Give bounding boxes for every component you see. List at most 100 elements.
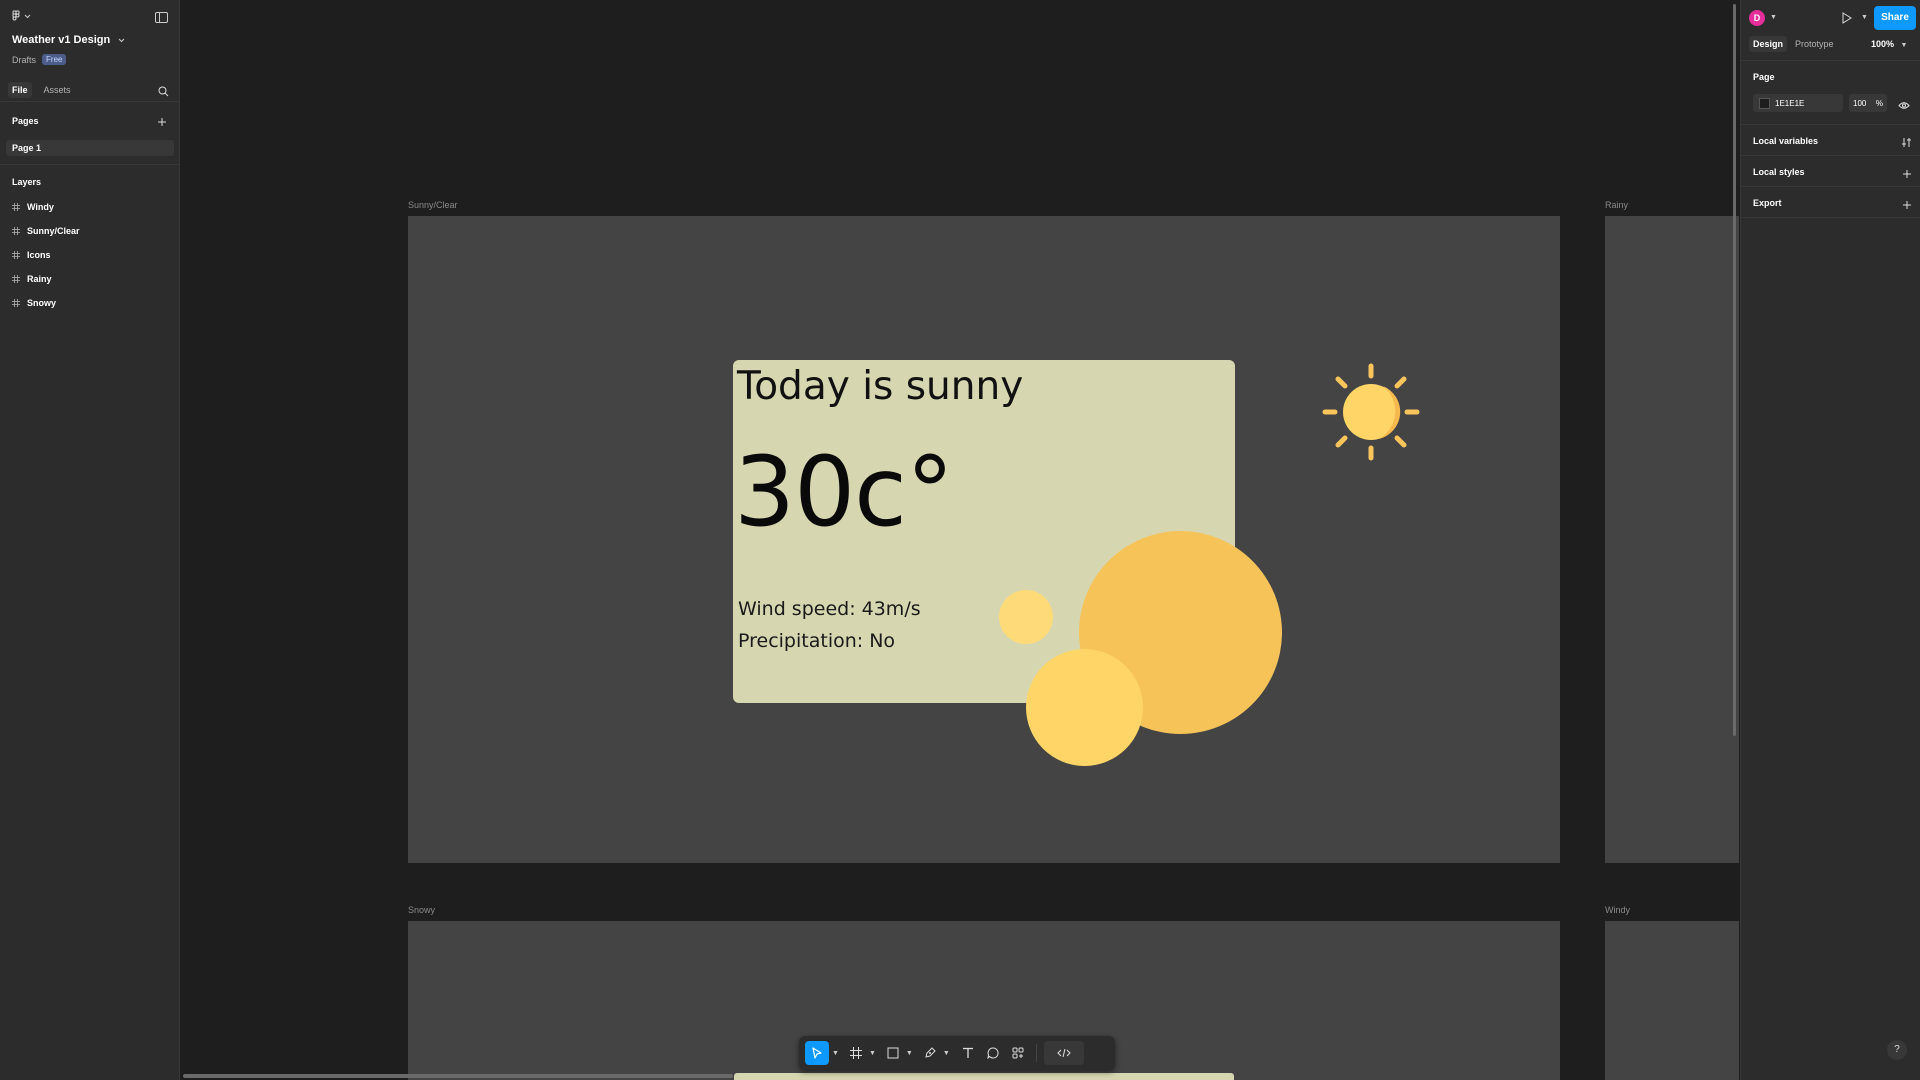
shape-tool-menu[interactable]: ▼	[906, 1050, 913, 1057]
search-button[interactable]	[158, 84, 169, 102]
decor-circle-small[interactable]	[999, 590, 1053, 644]
frame-tool-menu[interactable]: ▼	[869, 1050, 876, 1057]
layer-item-windy[interactable]: Windy	[12, 202, 54, 212]
toolbar-divider	[1035, 1044, 1037, 1062]
dev-mode-icon	[1057, 1048, 1071, 1058]
search-icon	[158, 86, 169, 97]
layer-item-icons[interactable]: Icons	[12, 250, 51, 260]
file-meta: Drafts Free	[12, 54, 67, 65]
text-tool[interactable]	[957, 1041, 979, 1065]
move-tool-menu[interactable]: ▼	[832, 1050, 839, 1057]
file-location[interactable]: Drafts	[12, 55, 36, 65]
chevron-down-icon	[24, 14, 31, 19]
card-temperature[interactable]: 30c°	[734, 436, 954, 548]
divider	[1741, 124, 1920, 125]
comment-tool[interactable]	[982, 1041, 1004, 1065]
tab-prototype[interactable]: Prototype	[1791, 36, 1838, 52]
local-variables-label[interactable]: Local variables	[1753, 136, 1818, 146]
file-title-text: Weather v1 Design	[12, 34, 111, 46]
tab-design[interactable]: Design	[1749, 36, 1788, 52]
file-title[interactable]: Weather v1 Design	[12, 34, 125, 46]
avatar[interactable]: D	[1749, 10, 1765, 26]
add-export-button[interactable]	[1902, 197, 1912, 215]
add-style-button[interactable]	[1902, 166, 1912, 184]
divider	[1741, 60, 1920, 61]
layer-label: Snowy	[27, 298, 57, 308]
plan-badge: Free	[42, 54, 67, 65]
toggle-visibility-button[interactable]	[1898, 97, 1910, 115]
plus-icon	[1903, 170, 1911, 178]
page-fill-hex: 1E1E1E	[1775, 98, 1805, 108]
layer-label: Icons	[27, 250, 51, 260]
move-tool[interactable]	[805, 1041, 829, 1065]
present-button[interactable]	[1841, 11, 1852, 29]
pen-tool-menu[interactable]: ▼	[943, 1050, 950, 1057]
layer-label: Rainy	[27, 274, 52, 284]
help-button[interactable]: ?	[1887, 1040, 1907, 1060]
plus-icon	[158, 118, 166, 126]
zoom-value: 100%	[1871, 39, 1895, 49]
layer-item-sunny-clear[interactable]: Sunny/Clear	[12, 226, 80, 236]
pages-heading: Pages	[12, 116, 39, 126]
page-fill-opacity: 100	[1853, 98, 1867, 108]
frame-grid-icon	[12, 299, 20, 307]
page-fill-opacity-field[interactable]: 100 %	[1849, 94, 1887, 112]
frame-preview-strip	[734, 1073, 1234, 1080]
page-item-page-1[interactable]: Page 1	[6, 140, 174, 156]
frame-grid-icon	[12, 251, 20, 259]
frame-windy[interactable]	[1605, 921, 1739, 1080]
zoom-menu[interactable]: 100% ▼	[1871, 39, 1907, 49]
add-page-button[interactable]	[157, 114, 167, 132]
pen-icon	[925, 1047, 936, 1058]
layer-label: Sunny/Clear	[27, 226, 80, 236]
card-wind-speed[interactable]: Wind speed: 43m/s	[738, 598, 921, 620]
left-panel-tabs: File Assets	[0, 78, 179, 102]
text-icon	[962, 1047, 973, 1058]
share-button[interactable]: Share	[1874, 6, 1916, 30]
local-variables-button[interactable]	[1901, 135, 1912, 153]
actions-icon	[1012, 1047, 1024, 1059]
rectangle-icon	[887, 1047, 899, 1059]
figma-logo-icon	[12, 10, 20, 21]
tab-file[interactable]: File	[8, 81, 32, 98]
present-menu-button[interactable]: ▼	[1861, 14, 1868, 21]
decor-circle-medium[interactable]	[1026, 649, 1143, 766]
bottom-toolbar: ▼ ▼ ▼ ▼	[799, 1036, 1115, 1070]
sidebar-toggle-button[interactable]	[155, 10, 168, 28]
layer-label: Windy	[27, 202, 54, 212]
canvas[interactable]: Sunny/Clear Rainy Snowy Windy Today is s…	[181, 0, 1739, 1080]
page-fill-field[interactable]: 1E1E1E	[1753, 94, 1843, 112]
eye-icon	[1898, 102, 1910, 109]
frame-label-snowy[interactable]: Snowy	[408, 905, 435, 915]
right-panel-tabs: Design Prototype 100% ▼	[1741, 36, 1920, 54]
frame-grid-icon	[12, 203, 20, 211]
vertical-scrollbar[interactable]	[1733, 4, 1736, 736]
frame-rainy[interactable]	[1605, 216, 1739, 863]
divider	[1741, 155, 1920, 156]
dev-mode-toggle[interactable]	[1043, 1041, 1084, 1065]
main-menu-button[interactable]	[12, 10, 31, 22]
frame-label-windy[interactable]: Windy	[1605, 905, 1630, 915]
actions-tool[interactable]	[1007, 1041, 1029, 1065]
avatar-menu-button[interactable]: ▼	[1770, 14, 1777, 21]
frame-label-rainy[interactable]: Rainy	[1605, 200, 1628, 210]
card-precipitation[interactable]: Precipitation: No	[738, 630, 895, 652]
layers-heading: Layers	[12, 177, 42, 187]
divider	[1741, 186, 1920, 187]
comment-icon	[987, 1047, 999, 1059]
plus-icon	[1903, 201, 1911, 209]
frame-label-sunny-clear[interactable]: Sunny/Clear	[408, 200, 458, 210]
tab-assets[interactable]: Assets	[40, 82, 75, 98]
export-label[interactable]: Export	[1753, 198, 1782, 208]
pen-tool[interactable]	[920, 1041, 940, 1065]
frame-tool[interactable]	[846, 1041, 866, 1065]
layer-item-rainy[interactable]: Rainy	[12, 274, 52, 284]
shape-tool[interactable]	[883, 1041, 903, 1065]
layer-item-snowy[interactable]: Snowy	[12, 298, 56, 308]
card-title[interactable]: Today is sunny	[737, 364, 1023, 409]
horizontal-scrollbar[interactable]	[183, 1074, 733, 1078]
page-fill-swatch[interactable]	[1759, 97, 1770, 109]
opacity-unit: %	[1875, 98, 1883, 108]
local-styles-label[interactable]: Local styles	[1753, 167, 1805, 177]
sun-icon[interactable]	[1321, 362, 1421, 467]
